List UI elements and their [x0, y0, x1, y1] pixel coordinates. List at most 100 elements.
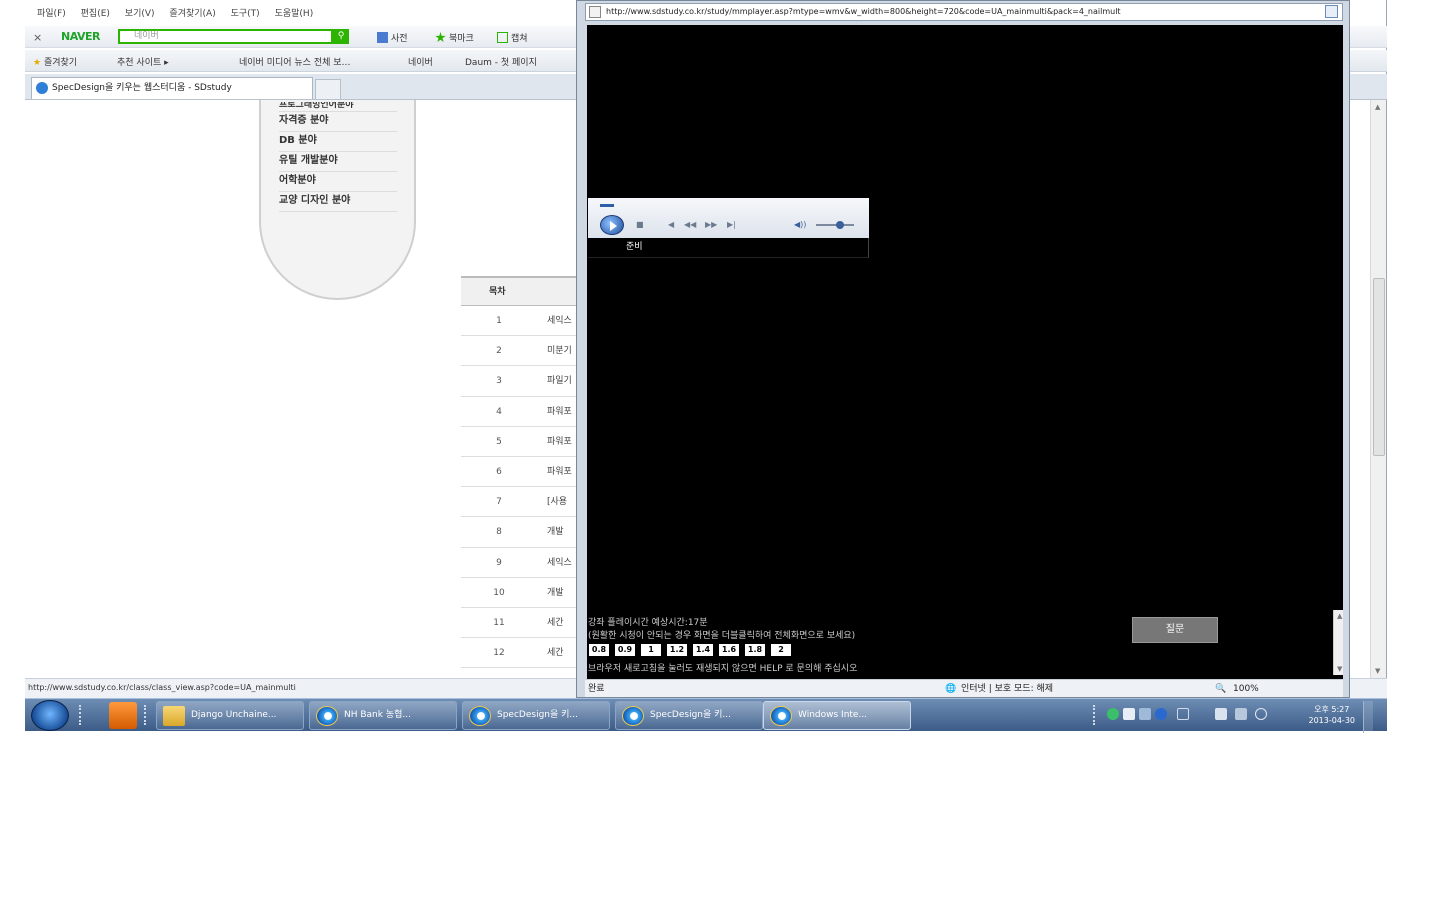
speed-button[interactable]: 2: [771, 644, 791, 656]
task-label: Windows Inte...: [798, 710, 868, 720]
volume-slider[interactable]: [816, 224, 854, 226]
menu-item-certification[interactable]: 자격증 분야: [279, 112, 397, 132]
dictionary-label: 사전: [391, 34, 408, 44]
globe-icon: 🌐: [945, 684, 957, 694]
menu-tools[interactable]: 도구(T): [231, 6, 260, 19]
rewind-icon[interactable]: ◀◀: [684, 220, 696, 229]
table-row[interactable]: 1 세익스: [461, 306, 591, 337]
fast-forward-icon[interactable]: ▶▶: [705, 220, 717, 229]
task-ie-nh-bank[interactable]: NH Bank 농협...: [309, 701, 457, 730]
volume-icon[interactable]: [1255, 708, 1267, 720]
new-tab-button[interactable]: [315, 79, 341, 99]
flag-icon[interactable]: [1215, 708, 1227, 720]
task-folder[interactable]: Django Unchaine...: [156, 701, 304, 730]
previous-icon[interactable]: ◀: [668, 220, 674, 229]
table-row[interactable]: 7 [사용: [461, 487, 591, 518]
table-row[interactable]: 8 개발: [461, 517, 591, 548]
task-ie-specdesign-2[interactable]: SpecDesign을 키...: [615, 701, 763, 730]
category-menu: 프로그래밍언어분야 자격증 분야 DB 분야 유틸 개발분야 어학분야 교양 디…: [259, 100, 416, 300]
player-status: 준비: [626, 242, 643, 252]
scroll-up-icon[interactable]: ▲: [1375, 103, 1380, 111]
start-button[interactable]: [31, 700, 69, 731]
menu-item-utility[interactable]: 유틸 개발분야: [279, 152, 397, 172]
table-row[interactable]: 9 세익스: [461, 548, 591, 578]
table-row[interactable]: 2 미분기: [461, 336, 591, 367]
scroll-down-icon[interactable]: ▼: [1375, 667, 1380, 675]
security-zone[interactable]: 인터넷 | 보호 모드: 해제: [961, 680, 1053, 698]
media-player-icon[interactable]: [109, 702, 137, 729]
menu-file[interactable]: 파일(F): [37, 6, 66, 19]
menu-edit[interactable]: 편집(E): [81, 6, 110, 19]
favorites-button[interactable]: ★ 즐겨찾기: [33, 55, 77, 68]
fav-suggested-sites[interactable]: 추천 사이트 ▸: [117, 55, 169, 68]
fav-naver[interactable]: 네이버: [408, 55, 433, 68]
info-scrollbar[interactable]: ▲ ▼: [1333, 610, 1343, 675]
system-tray: 오후 5:27 2013-04-30: [1093, 701, 1373, 733]
popup-address-bar[interactable]: http://www.sdstudy.co.kr/study/mmplayer.…: [585, 3, 1343, 21]
volume-knob[interactable]: [836, 221, 844, 229]
scroll-up-icon[interactable]: ▲: [1337, 612, 1342, 620]
speed-button[interactable]: 1.6: [719, 644, 739, 656]
task-ie-windows[interactable]: Windows Inte...: [763, 701, 911, 730]
clock[interactable]: 오후 5:27 2013-04-30: [1309, 704, 1356, 726]
table-row[interactable]: 12 세간: [461, 638, 591, 669]
naver-logo[interactable]: NAVER: [61, 30, 100, 43]
menu-help[interactable]: 도움말(H): [275, 6, 314, 19]
toolbar-dictionary[interactable]: 사전: [377, 31, 408, 44]
speed-button[interactable]: 1.8: [745, 644, 765, 656]
next-icon[interactable]: ▶|: [727, 220, 736, 229]
menu-view[interactable]: 보기(V): [125, 6, 155, 19]
ie-icon: [316, 706, 338, 726]
lecture-table: 목차 1 세익스 2 미분기 3 파일기 4 파워포 5 파워포 6 파워포 7 [사용 8개…: [461, 276, 591, 669]
stop-icon[interactable]: ■: [636, 220, 644, 229]
page-scrollbar[interactable]: ▲ ▼: [1370, 100, 1386, 678]
task-label: Django Unchaine...: [191, 710, 277, 720]
speed-button[interactable]: 1.4: [693, 644, 713, 656]
task-ie-specdesign-1[interactable]: SpecDesign을 키...: [462, 701, 610, 730]
menu-item-db[interactable]: DB 분야: [279, 132, 397, 152]
speed-button[interactable]: 1: [641, 644, 661, 656]
table-row[interactable]: 11 세간: [461, 608, 591, 639]
table-row[interactable]: 10 개발: [461, 578, 591, 608]
zoom-level[interactable]: 100%: [1233, 680, 1259, 698]
fav-daum[interactable]: Daum - 첫 페이지: [465, 55, 537, 68]
speed-button[interactable]: 0.9: [615, 644, 635, 656]
tab-sdstudy[interactable]: SpecDesign을 키우는 웹스터디움 - SDstudy: [31, 77, 313, 99]
speed-button[interactable]: 0.8: [589, 644, 609, 656]
speed-button[interactable]: 1.2: [667, 644, 687, 656]
menu-item-programming[interactable]: 프로그래밍언어분야: [279, 102, 397, 112]
capture-icon: [497, 32, 508, 43]
question-button[interactable]: 질문: [1132, 617, 1218, 643]
play-icon[interactable]: [600, 215, 624, 235]
help-icon[interactable]: [1155, 708, 1167, 720]
table-row[interactable]: 5 파워포: [461, 427, 591, 457]
toolbar-close-button[interactable]: ×: [33, 31, 42, 44]
toolbar-capture[interactable]: 캡쳐: [497, 31, 528, 44]
player-screen[interactable]: ■ ◀ ◀◀ ▶▶ ▶| ◀)) 준비 강좌 플레이시간 예상시간:17분 (원…: [587, 25, 1343, 679]
network-icon[interactable]: [1235, 708, 1247, 720]
seek-bar[interactable]: [600, 204, 614, 207]
keyboard-icon[interactable]: [1139, 708, 1151, 720]
zoom-icon: 🔍: [1215, 684, 1227, 694]
dictionary-icon: [377, 32, 388, 43]
star-icon: ★: [33, 58, 42, 68]
menu-item-language[interactable]: 어학분야: [279, 172, 397, 192]
show-desktop-button[interactable]: [1363, 701, 1373, 733]
toolbar-bookmark[interactable]: 북마크: [435, 31, 474, 44]
table-row[interactable]: 6 파워포: [461, 457, 591, 488]
menu-item-design[interactable]: 교양 디자인 분야: [279, 192, 397, 212]
network-app-icon[interactable]: [1107, 708, 1119, 720]
naver-search-input[interactable]: 네이버: [118, 29, 333, 44]
ime-icon[interactable]: [1123, 708, 1135, 720]
scroll-down-icon[interactable]: ▼: [1337, 665, 1342, 673]
table-row[interactable]: 4 파워포: [461, 397, 591, 427]
search-icon[interactable]: ⚲: [333, 29, 349, 44]
refresh-icon[interactable]: [1325, 5, 1338, 18]
menu-favorites[interactable]: 즐겨찾기(A): [169, 6, 215, 19]
fav-naver-news[interactable]: 네이버 미디어 뉴스 전체 보…: [239, 55, 351, 68]
play-time-text: 강좌 플레이시간 예상시간:17분: [588, 618, 708, 628]
tray-arrow-icon[interactable]: [1177, 708, 1189, 720]
volume-icon[interactable]: ◀)): [794, 220, 806, 229]
scrollbar-thumb[interactable]: [1373, 278, 1385, 456]
table-row[interactable]: 3 파일기: [461, 366, 591, 397]
